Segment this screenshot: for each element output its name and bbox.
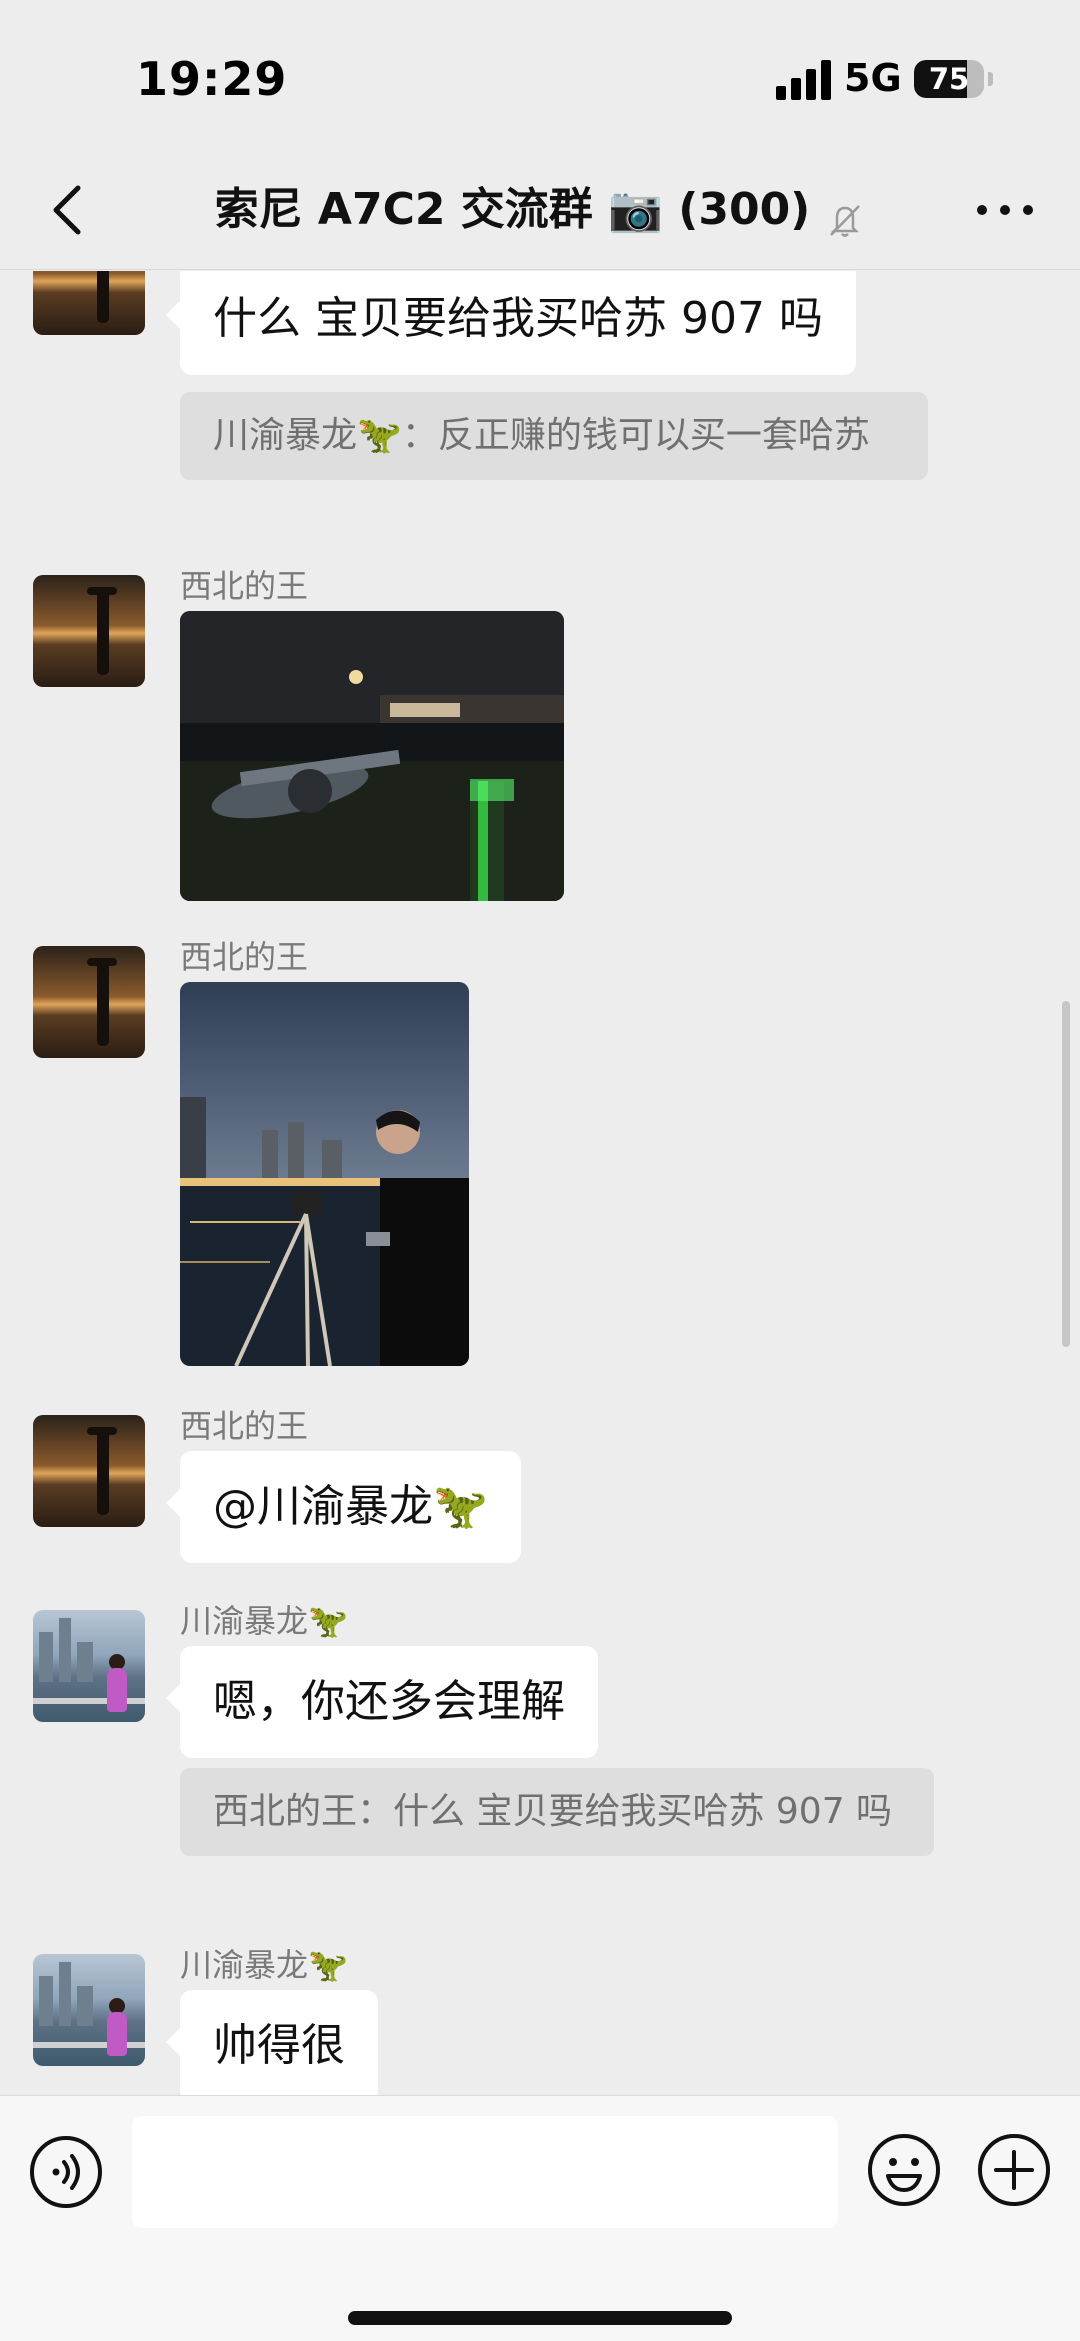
signal-icon	[776, 60, 832, 100]
message-bubble[interactable]: @川渝暴龙🦖	[166, 1451, 521, 1563]
input-bar	[0, 2095, 1080, 2341]
avatar[interactable]	[33, 575, 145, 687]
message-bubble[interactable]: 帅得很	[166, 1990, 378, 2095]
emoji-button[interactable]	[866, 2132, 942, 2208]
network-type: 5G	[844, 56, 902, 100]
sender-name: 西北的王	[180, 1407, 309, 1445]
avatar[interactable]	[33, 1610, 145, 1722]
avatar[interactable]	[33, 1954, 145, 2066]
more-actions-button[interactable]	[976, 2132, 1052, 2208]
more-dots-icon	[977, 205, 1033, 215]
message-list[interactable]: 什么 宝贝要给我买哈苏 907 吗 川渝暴龙🦖：反正赚的钱可以买一套哈苏 西北的…	[0, 271, 1080, 2095]
quoted-message[interactable]: 西北的王：什么 宝贝要给我买哈苏 907 吗	[180, 1768, 934, 1856]
home-indicator[interactable]	[348, 2311, 732, 2325]
sender-name: 川渝暴龙🦖	[180, 1946, 348, 1984]
sender-name: 西北的王	[180, 938, 309, 976]
chat-header: 索尼 A7C2 交流群 📷 (300)	[0, 150, 1080, 270]
back-button[interactable]	[40, 180, 100, 240]
bell-slash-icon	[830, 204, 861, 237]
status-time: 19:29	[136, 52, 288, 106]
message-bubble[interactable]: 嗯，你还多会理解	[166, 1646, 598, 1758]
avatar[interactable]	[33, 271, 145, 335]
chevron-left-icon	[53, 185, 81, 235]
avatar[interactable]	[33, 1415, 145, 1527]
tripod-night-photo	[180, 982, 469, 1366]
chat-title: 索尼 A7C2 交流群 📷 (300)	[214, 184, 811, 235]
chat-title-container[interactable]: 索尼 A7C2 交流群 📷 (300)	[120, 180, 960, 240]
message-input[interactable]	[132, 2116, 838, 2228]
quoted-message[interactable]: 川渝暴龙🦖：反正赚的钱可以买一套哈苏	[180, 392, 928, 480]
avatar[interactable]	[33, 946, 145, 1058]
message-bubble[interactable]: 什么 宝贝要给我买哈苏 907 吗	[166, 271, 856, 375]
sender-name: 西北的王	[180, 567, 309, 605]
image-message[interactable]	[180, 982, 469, 1366]
image-message[interactable]	[180, 611, 564, 901]
battery-icon: 75	[914, 60, 984, 98]
voice-button[interactable]	[28, 2134, 104, 2210]
scrollbar[interactable]	[1062, 1001, 1070, 1347]
emoji-icon	[868, 2134, 940, 2206]
voice-icon	[30, 2136, 102, 2208]
sender-name: 川渝暴龙🦖	[180, 1602, 348, 1640]
battery-percent: 75	[928, 62, 970, 96]
more-button[interactable]	[970, 180, 1040, 240]
night-drone-photo	[180, 611, 564, 901]
plus-circle-icon	[978, 2134, 1050, 2206]
status-bar: 19:29 5G 75	[0, 0, 1080, 150]
